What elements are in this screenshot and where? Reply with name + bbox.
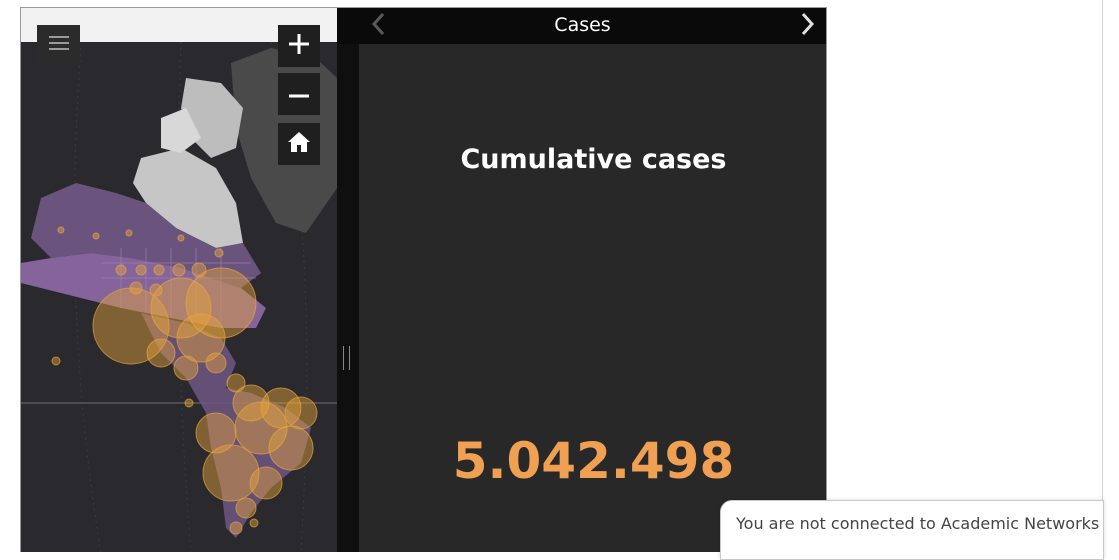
panel-header: Cases (337, 8, 826, 44)
minus-icon (289, 85, 309, 103)
chevron-right-icon (801, 12, 815, 41)
notification-text: You are not connected to Academic Networ… (736, 514, 1100, 533)
panel-splitter[interactable] (337, 8, 359, 552)
indicator-value: 5.042.498 (452, 432, 735, 490)
splitter-grip-icon[interactable] (343, 346, 350, 370)
dashboard-frame: Cases Cumulative cases 5.042.498 (20, 7, 827, 552)
home-icon (287, 131, 311, 158)
page-right-border (1102, 0, 1103, 552)
next-button[interactable] (795, 12, 821, 40)
home-button[interactable] (278, 123, 320, 165)
map-view[interactable] (21, 8, 337, 552)
plus-icon (288, 33, 310, 60)
menu-button[interactable] (37, 25, 80, 65)
panel-header-title: Cases (554, 14, 611, 36)
zoom-out-button[interactable] (278, 73, 320, 115)
network-notification: You are not connected to Academic Networ… (720, 500, 1104, 560)
indicator-panel: Cumulative cases 5.042.498 (359, 44, 826, 552)
indicator-title: Cumulative cases (460, 144, 727, 175)
hamburger-menu-icon (48, 35, 69, 56)
zoom-in-button[interactable] (278, 25, 320, 67)
